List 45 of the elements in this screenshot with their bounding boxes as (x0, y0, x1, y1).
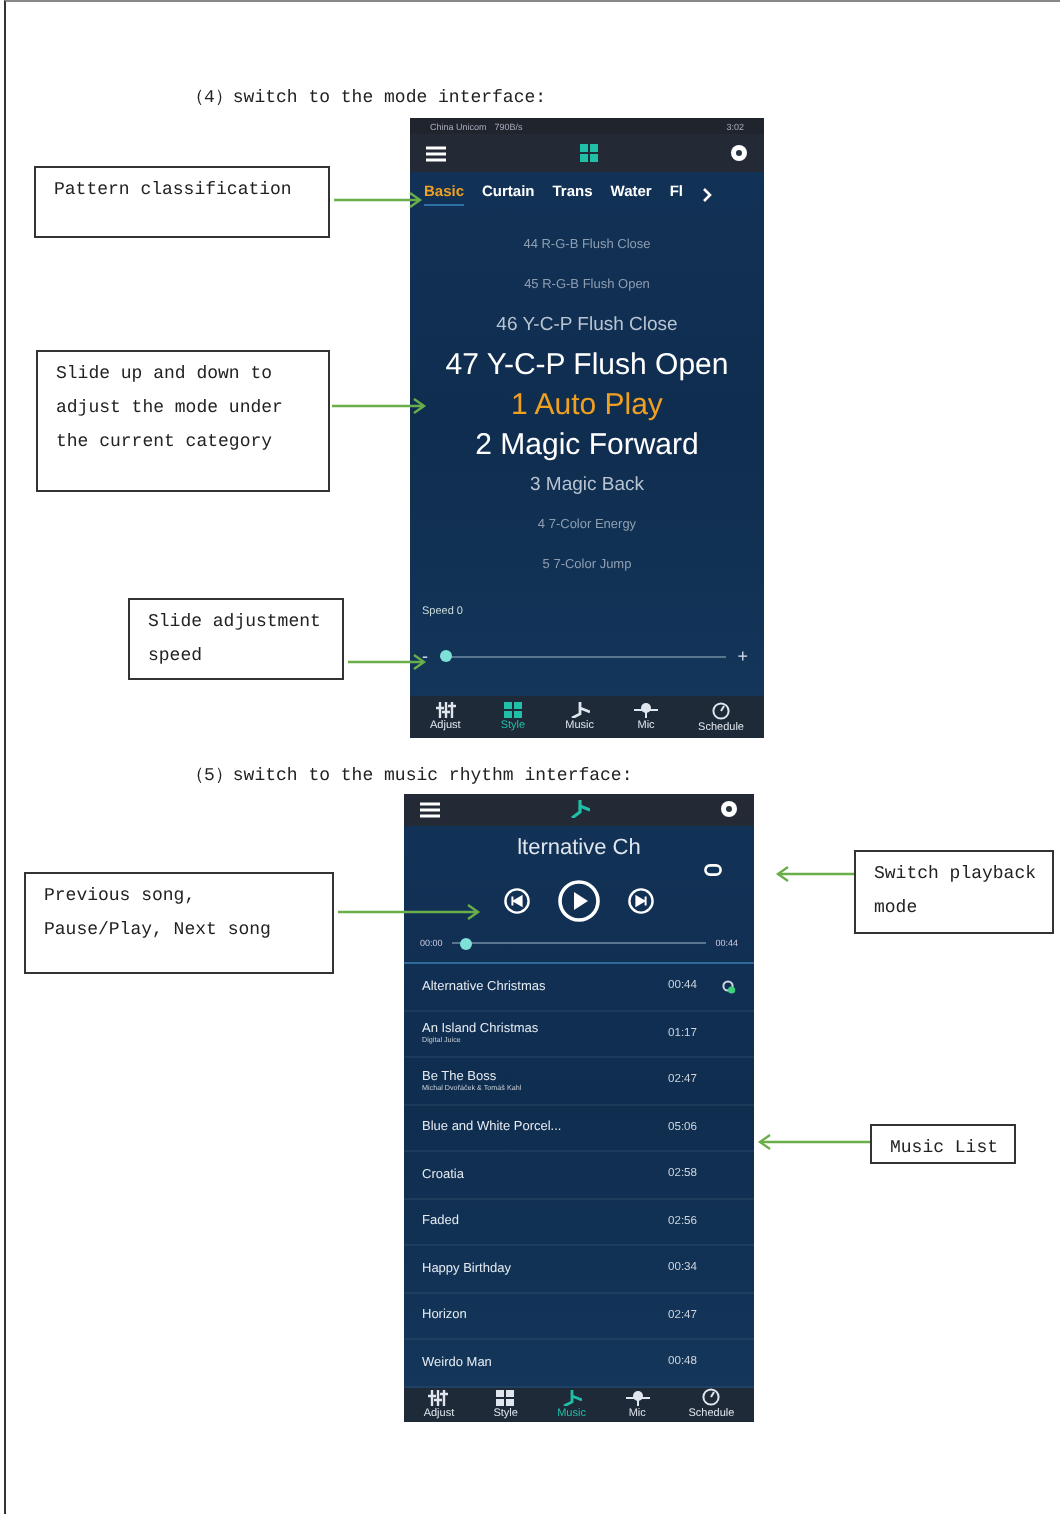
callout-note: Pattern classification (34, 166, 330, 238)
mode-item[interactable]: 1 Auto Play (511, 386, 663, 426)
microphone-icon (634, 702, 659, 718)
mode-item[interactable]: 46 Y-C-P Flush Close (496, 306, 678, 346)
mode-item[interactable]: 3 Magic Back (529, 466, 645, 506)
pointer-arrow (348, 654, 427, 670)
plus-button[interactable]: + (737, 646, 748, 666)
grid-icon (579, 144, 597, 162)
pointer-arrow (334, 192, 423, 208)
pointer-arrow (757, 1134, 870, 1150)
callout-note: Slide up and down to adjust the mode under the current category (36, 350, 330, 492)
next-button[interactable] (628, 888, 654, 915)
pointer-arrow (775, 866, 854, 882)
settings-icon[interactable] (720, 800, 738, 819)
settings-icon[interactable] (730, 144, 748, 162)
mode-item[interactable]: 2 Magic Forward (475, 426, 699, 466)
music-note-icon (569, 702, 590, 718)
callout-note: Music List (870, 1124, 1016, 1164)
callout-note: Previous song, Pause/Play, Next song (24, 872, 334, 974)
slider-thumb[interactable] (440, 650, 452, 662)
clock-icon (702, 1388, 721, 1407)
mode-item[interactable]: 47 Y-C-P Flush Open (445, 346, 729, 386)
grid-icon (496, 1389, 515, 1406)
previous-button[interactable] (504, 888, 530, 915)
pointer-arrow (338, 904, 481, 920)
chevron-right-icon[interactable] (701, 187, 712, 201)
repeat-icon[interactable] (704, 863, 722, 876)
section-heading: （5）switch to the music rhythm interface: (186, 764, 635, 788)
progress-thumb[interactable] (460, 937, 473, 950)
play-button[interactable] (558, 880, 600, 923)
minus-button[interactable]: - (422, 646, 428, 666)
menu-icon[interactable] (420, 801, 440, 818)
section-heading: （4）switch to the mode interface: (186, 86, 549, 110)
sliders-icon (428, 1389, 449, 1406)
clock-icon (712, 701, 731, 719)
callout-note: Slide adjustment speed (128, 598, 344, 680)
microphone-icon (625, 1389, 650, 1406)
sliders-icon (435, 702, 456, 718)
music-note-icon (561, 1389, 582, 1406)
grid-icon (503, 702, 522, 718)
music-note-icon (570, 800, 590, 819)
menu-icon[interactable] (426, 145, 446, 161)
pointer-arrow (332, 398, 427, 414)
callout-note: Switch playback mode (854, 850, 1054, 934)
song-title: lternative Ch (515, 835, 643, 860)
